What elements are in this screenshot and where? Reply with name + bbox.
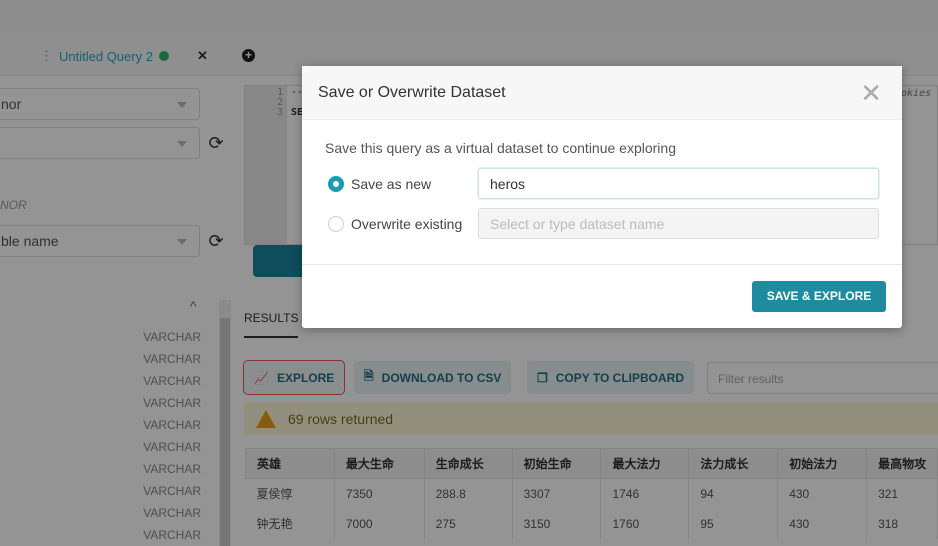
- overwrite-label: Overwrite existing: [351, 216, 463, 232]
- divider: [302, 264, 902, 265]
- modal-header: Save or Overwrite Dataset ✕: [302, 66, 902, 120]
- overwrite-existing-radio[interactable]: Overwrite existing: [328, 216, 462, 232]
- radio-checked-icon[interactable]: [328, 176, 344, 192]
- modal-intro: Save this query as a virtual dataset to …: [325, 140, 676, 156]
- save-and-explore-button[interactable]: SAVE & EXPLORE: [752, 281, 886, 312]
- overwrite-dataset-select[interactable]: Select or type dataset name: [478, 208, 879, 239]
- close-icon[interactable]: ✕: [860, 78, 882, 109]
- save-as-new-label: Save as new: [351, 176, 432, 192]
- dataset-name-input[interactable]: heros: [478, 168, 879, 199]
- radio-unchecked-icon[interactable]: [328, 216, 344, 232]
- save-dataset-modal: Save or Overwrite Dataset ✕ Save this que…: [302, 66, 902, 328]
- save-as-new-radio[interactable]: Save as new: [328, 176, 431, 192]
- modal-title: Save or Overwrite Dataset: [318, 84, 506, 101]
